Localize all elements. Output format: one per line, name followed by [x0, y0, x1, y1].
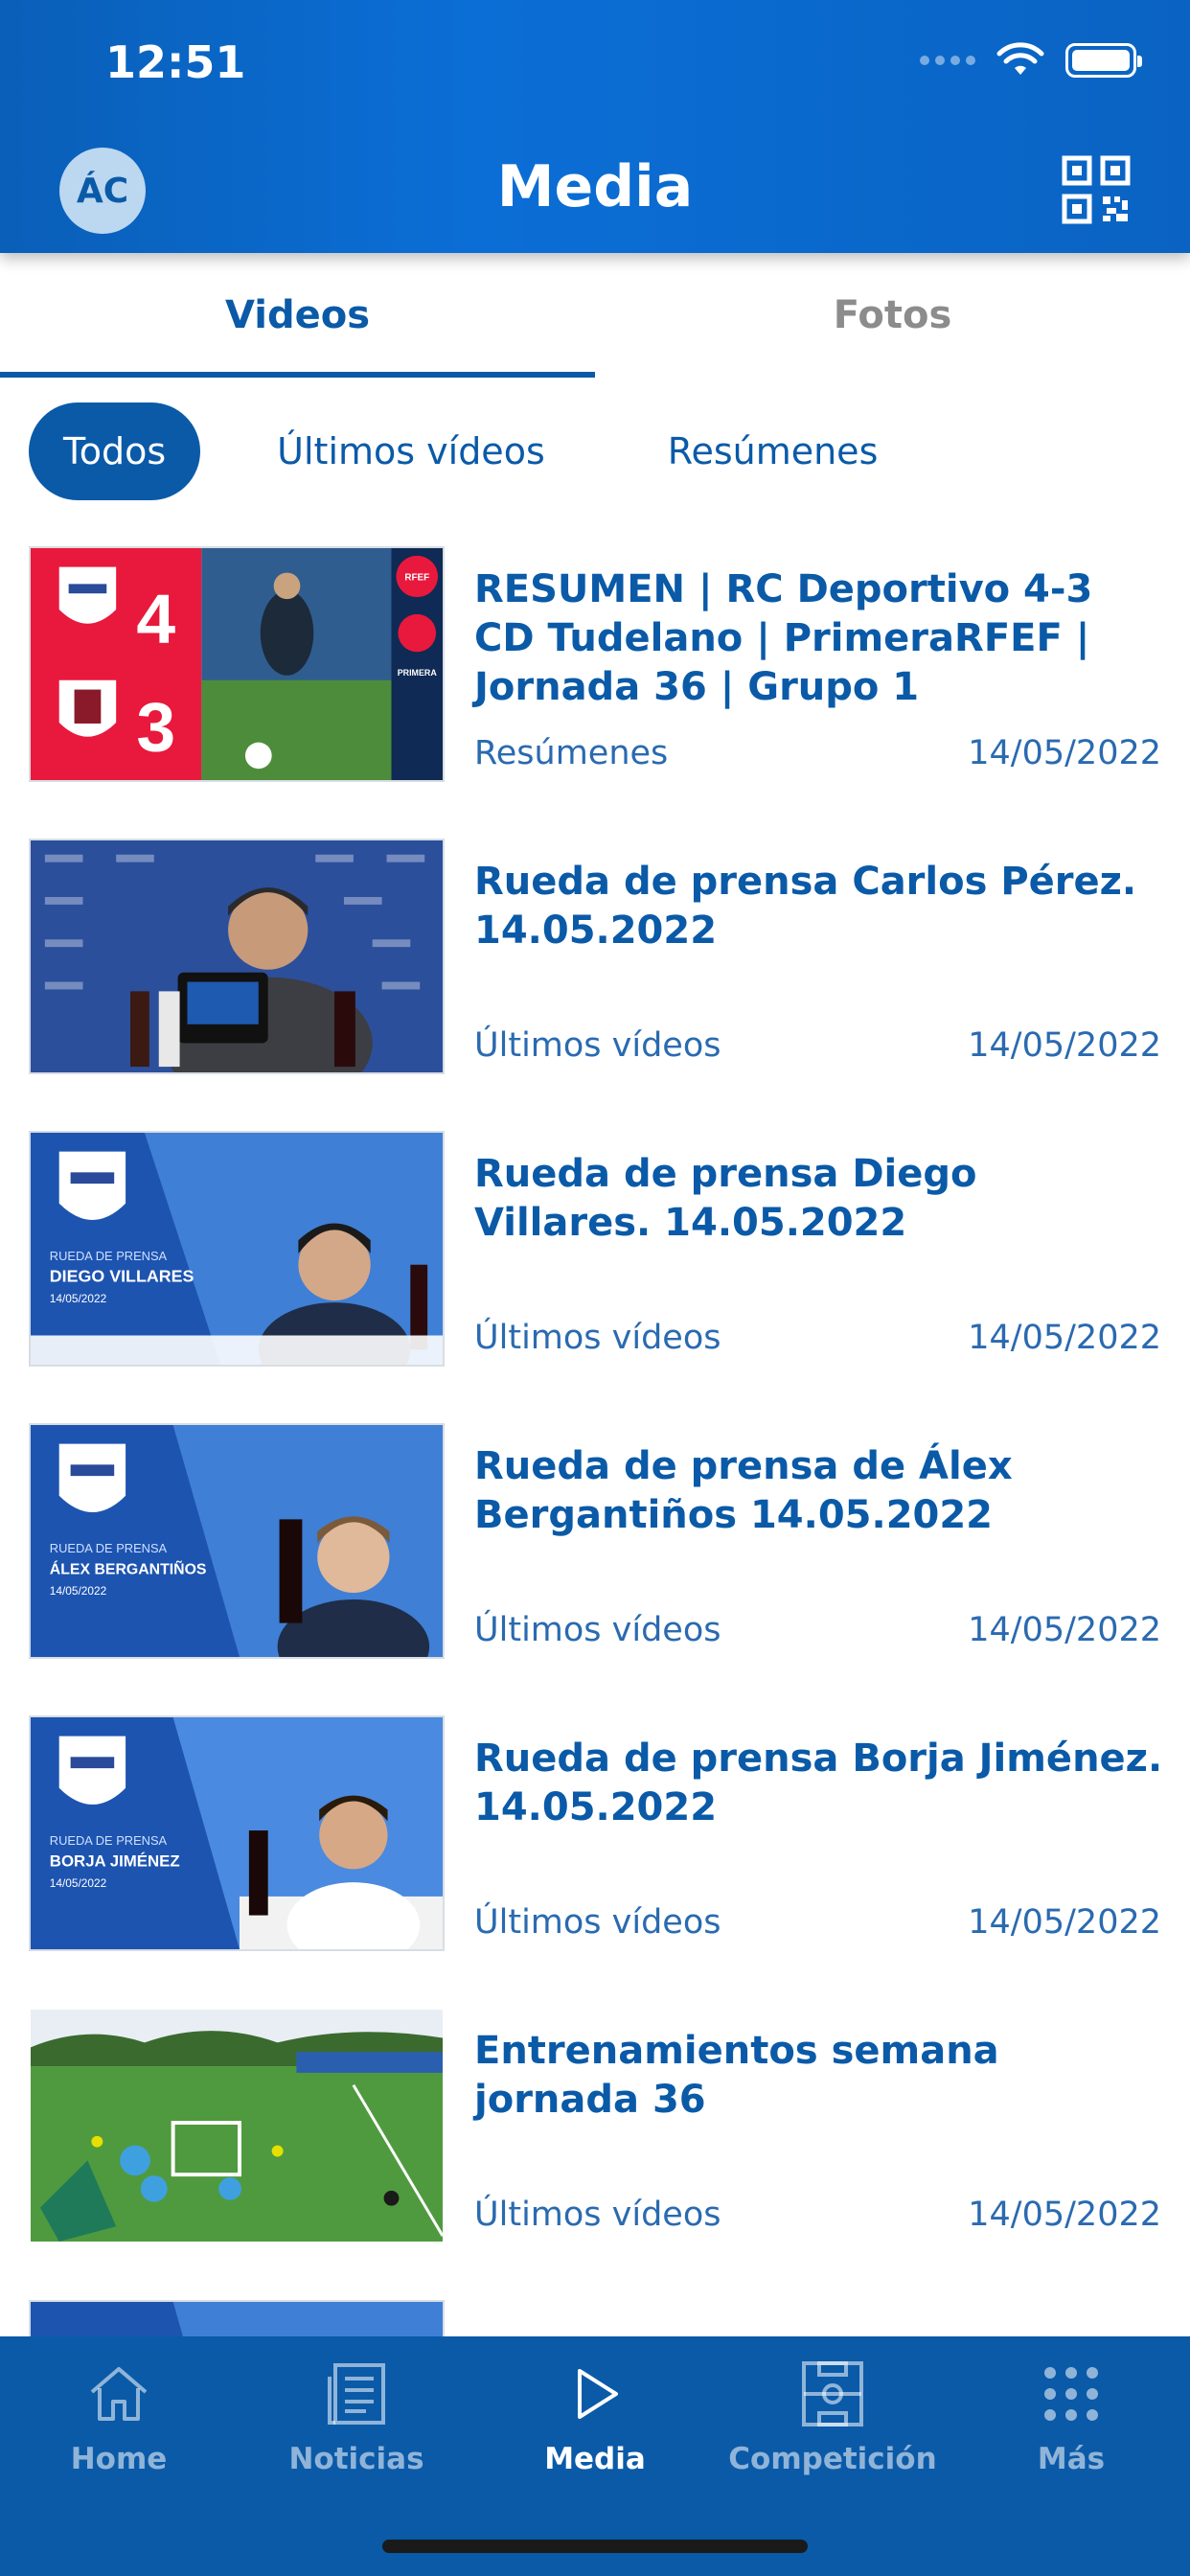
video-title[interactable]: Entrenamientos semana jornada 36 [474, 2027, 1164, 2125]
nav-media[interactable]: Media [476, 2356, 714, 2499]
video-title[interactable]: Rueda de prensa de Álex Bergantiños 14.0… [474, 1442, 1164, 1540]
video-item[interactable]: Rueda de prensa Carlos Pérez. 14.05.2022… [29, 839, 1161, 1074]
video-category: Últimos vídeos [474, 1903, 721, 1942]
status-time: 12:51 [105, 36, 246, 88]
status-icons [920, 42, 1142, 79]
video-item[interactable]: 4 3 RFEF PRIMERA RESUMEN | RC Deportivo … [29, 546, 1161, 782]
filter-todos[interactable]: Todos [29, 402, 201, 500]
tab-fotos[interactable]: Fotos [595, 253, 1190, 378]
deportivo-crest-icon [58, 1736, 126, 1805]
nav-label: Media [544, 2442, 646, 2476]
nav-label: Noticias [288, 2442, 424, 2476]
video-thumbnail[interactable]: RUEDA DE PRENSA BORJA JIMÉNEZ 14/05/2022 [29, 1715, 445, 1951]
video-thumbnail[interactable]: 4 3 RFEF PRIMERA [29, 546, 445, 782]
nav-mas[interactable]: Más [952, 2356, 1190, 2499]
thumb-caption: RUEDA DE PRENSA [50, 1833, 168, 1848]
tab-videos[interactable]: Videos [0, 253, 595, 378]
thumb-name: DIEGO VILLARES [50, 1266, 195, 1285]
tudelano-crest-icon [58, 679, 117, 737]
nav-competicion[interactable]: Competición [714, 2356, 951, 2499]
filter-chips: Todos Últimos vídeos Resúmenes [29, 402, 878, 500]
app-header: 12:51 ÁC Media [0, 0, 1190, 253]
active-tab-indicator [0, 372, 595, 378]
deportivo-crest-icon [58, 566, 117, 624]
thumb-name: ÁLEX BERGANTIÑOS [50, 1558, 207, 1577]
video-category: Resúmenes [474, 734, 669, 772]
video-category: Últimos vídeos [474, 2196, 721, 2234]
thumb-date: 14/05/2022 [50, 1876, 106, 1890]
video-category: Últimos vídeos [474, 1026, 721, 1065]
video-date: 14/05/2022 [968, 734, 1161, 772]
thumb-score-away: 3 [136, 689, 175, 767]
video-item[interactable]: RUEDA DE PRENSA ÁLEX BERGANTIÑOS 14/05/2… [29, 1423, 1161, 1659]
nav-label: Home [70, 2442, 168, 2476]
filter-ultimos-videos[interactable]: Últimos vídeos [277, 402, 545, 500]
cellular-signal-icon [920, 56, 975, 65]
filter-resumenes[interactable]: Resúmenes [668, 402, 879, 500]
video-item[interactable]: RUEDA DE PRENSA BORJA JIMÉNEZ 14/05/2022… [29, 1715, 1164, 1951]
deportivo-crest-icon [58, 1443, 126, 1512]
nav-noticias[interactable]: Noticias [238, 2356, 475, 2499]
home-indicator [382, 2540, 808, 2553]
nav-label: Competición [728, 2442, 937, 2476]
video-thumbnail[interactable] [29, 2008, 445, 2243]
video-item[interactable]: RUEDA DE PRENSA DIEGO VILLARES 14/05/202… [29, 1131, 1161, 1367]
home-icon [90, 2367, 148, 2421]
battery-icon [1065, 43, 1142, 78]
more-dots-icon [1044, 2367, 1098, 2421]
video-date: 14/05/2022 [968, 1903, 1161, 1942]
thumb-name: BORJA JIMÉNEZ [50, 1852, 180, 1870]
thumb-score-home: 4 [136, 581, 175, 658]
thumb-league: PRIMERA [398, 668, 438, 678]
video-item[interactable]: Entrenamientos semana jornada 36 Últimos… [29, 2008, 1161, 2243]
thumb-date: 14/05/2022 [50, 1584, 106, 1598]
nav-home[interactable]: Home [0, 2356, 238, 2499]
video-category: Últimos vídeos [474, 1611, 721, 1649]
play-icon [578, 2369, 618, 2419]
media-tabs: Videos Fotos [0, 253, 1190, 378]
video-thumbnail[interactable]: RUEDA DE PRENSA ÁLEX BERGANTIÑOS 14/05/2… [29, 1423, 445, 1659]
video-thumbnail[interactable] [29, 839, 445, 1074]
news-icon [328, 2363, 385, 2425]
thumb-date: 14/05/2022 [50, 1292, 106, 1305]
video-title[interactable]: RESUMEN | RC Deportivo 4-3 CD Tudelano |… [474, 565, 1164, 712]
thumb-caption: RUEDA DE PRENSA [50, 1541, 168, 1555]
video-date: 14/05/2022 [968, 1026, 1161, 1065]
video-category: Últimos vídeos [474, 1319, 721, 1357]
thumb-caption: RUEDA DE PRENSA [50, 1249, 168, 1263]
video-title[interactable]: Rueda de prensa Carlos Pérez. 14.05.2022 [474, 858, 1164, 955]
field-icon [802, 2361, 863, 2426]
video-title[interactable]: Rueda de prensa Diego Villares. 14.05.20… [474, 1150, 1164, 1248]
video-date: 14/05/2022 [968, 2196, 1161, 2234]
nav-label: Más [1037, 2442, 1106, 2476]
video-thumbnail[interactable]: RUEDA DE PRENSA DIEGO VILLARES 14/05/202… [29, 1131, 445, 1367]
wifi-icon [996, 42, 1044, 75]
qr-code-icon[interactable] [1062, 155, 1131, 224]
thumb-badge: RFEF [404, 572, 429, 583]
page-title: Media [496, 153, 694, 220]
deportivo-crest-icon [58, 1151, 126, 1220]
video-date: 14/05/2022 [968, 1319, 1161, 1357]
video-title[interactable]: Rueda de prensa Borja Jiménez. 14.05.202… [474, 1735, 1164, 1832]
video-date: 14/05/2022 [968, 1611, 1161, 1649]
